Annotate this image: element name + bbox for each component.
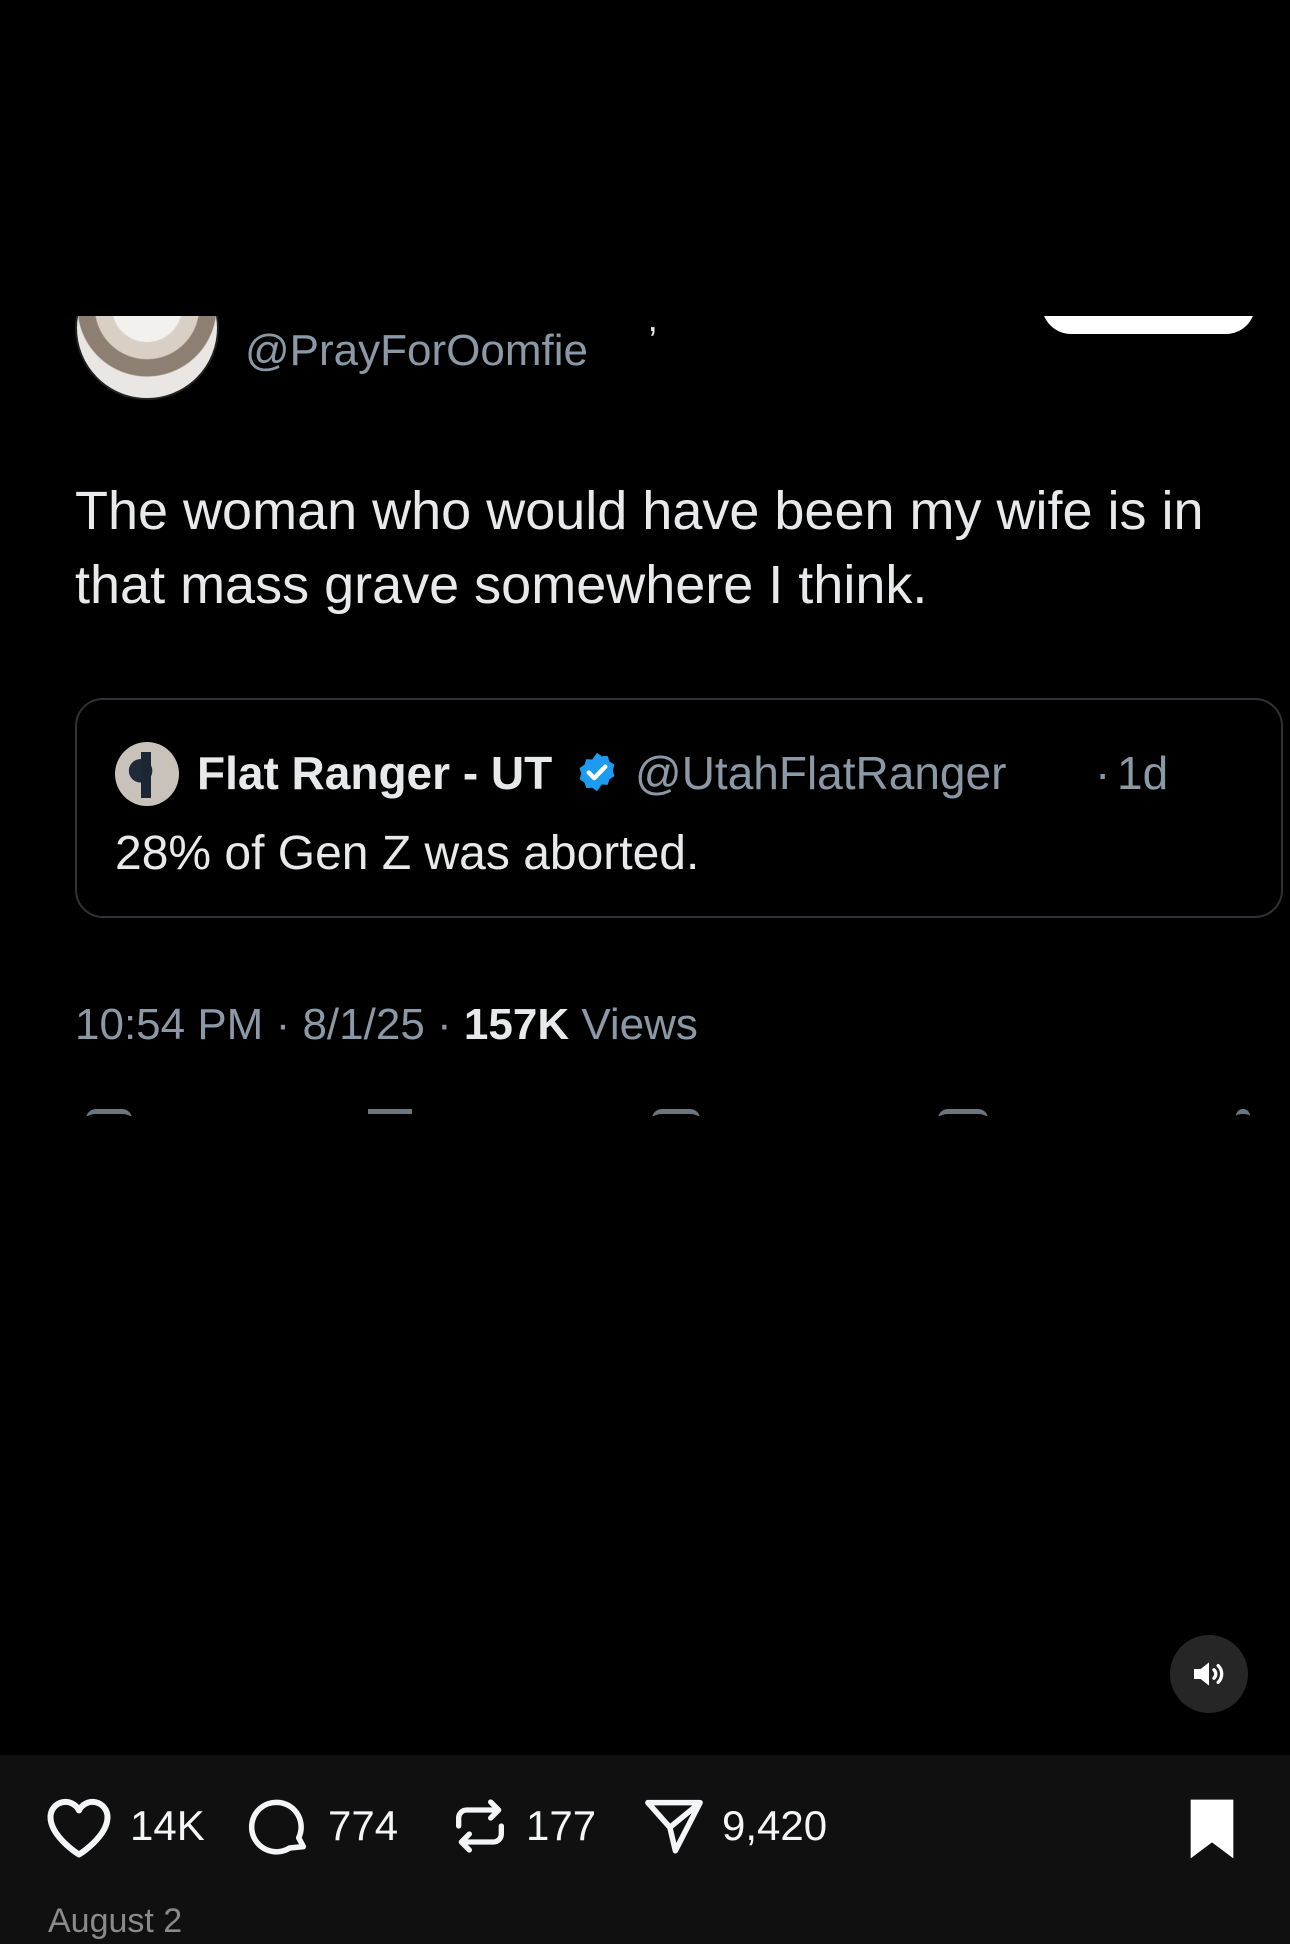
- quoted-author-avatar: [115, 742, 179, 806]
- tweet-date: 8/1/25: [302, 1000, 425, 1049]
- quoted-author-handle: @UtahFlatRanger: [635, 747, 1007, 799]
- verified-badge-icon: [579, 752, 615, 792]
- comment-icon: [248, 1799, 307, 1855]
- repost-count: 177: [526, 1802, 597, 1849]
- author-name-cropped: ' ' ,: [590, 316, 664, 339]
- like-button[interactable]: 14K: [42, 1793, 205, 1859]
- share-icon-cropped: [1236, 1109, 1250, 1116]
- quoted-tweet-card: Flat Ranger - UT @UtahFlatRanger · 1d 28…: [75, 698, 1283, 918]
- bookmark-icon[interactable]: [1184, 1797, 1240, 1861]
- reply-icon-cropped: [86, 1109, 132, 1116]
- quoted-author-name: Flat Ranger - UT: [197, 747, 553, 799]
- tweet-text: The woman who would have been my wife is…: [75, 481, 1204, 615]
- tweet-meta: 10:54 PM · 8/1/25 · 157K Views: [75, 1000, 698, 1050]
- send-icon: [645, 1799, 703, 1854]
- separator-dot: ·: [424, 1000, 464, 1049]
- share-button[interactable]: 9,420: [640, 1793, 827, 1859]
- reply-count: 774: [328, 1802, 399, 1849]
- repost-icon-cropped: [368, 1109, 412, 1116]
- video-player[interactable]: ' ' , @PrayForOomfie The woman who would…: [0, 0, 1290, 1755]
- tweet-time: 10:54 PM: [75, 1000, 264, 1049]
- post-date: August 2: [48, 1902, 183, 1940]
- quoted-tweet-text: 28% of Gen Z was aborted.: [115, 827, 700, 880]
- views-label: Views: [569, 1000, 698, 1049]
- share-count: 9,420: [722, 1802, 828, 1849]
- post-action-bar: 14K 774 177 9,420 August 2: [0, 1755, 1290, 1944]
- author-handle: @PrayForOomfie: [245, 326, 588, 375]
- mute-toggle-button[interactable]: [1170, 1635, 1248, 1713]
- repost-icon: [456, 1799, 504, 1853]
- repost-button[interactable]: 177: [448, 1793, 596, 1859]
- speaker-icon: [1194, 1662, 1224, 1686]
- stats-icon-cropped: [938, 1109, 988, 1116]
- quoted-tweet-time: 1d: [1117, 747, 1169, 799]
- tweet-screenshot: ' ' , @PrayForOomfie The woman who would…: [0, 316, 1290, 1116]
- like-icon-cropped: [652, 1109, 700, 1116]
- author-avatar: [75, 316, 219, 400]
- like-count: 14K: [130, 1802, 205, 1849]
- follow-button: [1042, 316, 1255, 334]
- heart-icon: [47, 1798, 111, 1858]
- separator-dot: ·: [263, 1000, 303, 1049]
- reply-button[interactable]: 774: [246, 1793, 398, 1859]
- views-count: 157K: [463, 1000, 570, 1049]
- separator-dot: ·: [1095, 747, 1111, 799]
